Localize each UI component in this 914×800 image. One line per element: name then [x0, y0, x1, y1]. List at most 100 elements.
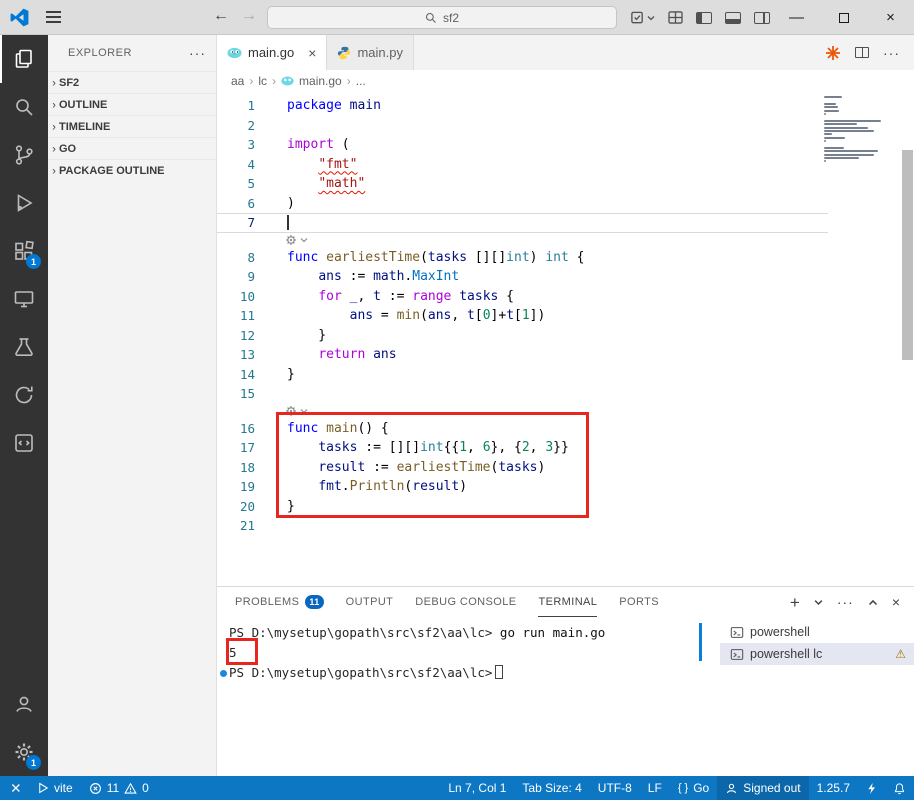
notifications-item[interactable] [885, 776, 914, 800]
more-actions-icon[interactable]: ··· [883, 45, 900, 61]
menu-icon[interactable] [46, 11, 61, 23]
account-status-item[interactable]: Signed out [717, 776, 809, 800]
terminal-tab-powershell[interactable]: powershell [720, 621, 914, 643]
new-terminal-icon[interactable]: + [790, 594, 800, 611]
remote-indicator[interactable] [0, 776, 30, 800]
sidebar-section-outline[interactable]: › OUTLINE [48, 93, 216, 115]
code-line-6[interactable]: 6) [217, 194, 914, 214]
vite-task-item[interactable]: vite [30, 776, 81, 800]
language-mode-item[interactable]: { } Go [670, 776, 717, 800]
token: t [373, 288, 381, 304]
code-line-12[interactable]: 12 } [217, 326, 914, 346]
tab-close-icon[interactable]: × [308, 46, 316, 60]
code-line-15[interactable]: 15 [217, 384, 914, 404]
warning-count: 0 [142, 781, 149, 795]
terminal-line[interactable]: PS D:\mysetup\gopath\src\sf2\aa\lc> [220, 663, 720, 683]
toggle-panel-icon[interactable] [725, 11, 741, 24]
explorer-more-actions-icon[interactable]: ··· [189, 45, 206, 61]
maximize-button[interactable] [820, 0, 867, 35]
problems-status-item[interactable]: 11 0 [81, 776, 157, 800]
starburst-icon[interactable] [825, 45, 841, 61]
maximize-panel-icon[interactable] [868, 599, 878, 606]
codelens-gear-icon[interactable] [285, 234, 297, 246]
code-line-19[interactable]: 19 fmt.Println(result) [217, 477, 914, 497]
code-line-14[interactable]: 14} [217, 365, 914, 385]
cursor-position-item[interactable]: Ln 7, Col 1 [440, 776, 514, 800]
breadcrumb[interactable]: aa › lc › main.go › ... [217, 70, 914, 92]
code-tools-extension-icon[interactable] [0, 419, 48, 467]
code-line-13[interactable]: 13 return ans [217, 345, 914, 365]
tab-main-py[interactable]: main.py [327, 35, 414, 70]
code-line-11[interactable]: 11 ans = min(ans, t[0]+t[1]) [217, 306, 914, 326]
breadcrumb-item[interactable]: lc [258, 74, 267, 88]
code-line-8[interactable]: 8 func earliestTime(tasks [][]int) int { [217, 248, 914, 268]
code-line-2[interactable]: 2 [217, 116, 914, 136]
code-line-20[interactable]: 20} [217, 497, 914, 517]
tab-main-go[interactable]: main.go × [217, 35, 328, 70]
codelens-gear-icon[interactable] [285, 405, 297, 417]
close-button[interactable]: × [867, 0, 914, 35]
terminal-dropdown-icon[interactable] [814, 599, 823, 606]
code-line-21[interactable]: 21 [217, 516, 914, 536]
explorer-icon[interactable] [0, 35, 48, 83]
close-panel-icon[interactable]: × [892, 595, 900, 609]
code-line-5[interactable]: 5 "math" [217, 174, 914, 194]
panel-tab-debug-console[interactable]: DEBUG CONSOLE [415, 587, 516, 617]
breadcrumb-item[interactable]: aa [231, 74, 244, 88]
terminal-cursor[interactable] [495, 665, 504, 679]
panel-tab-problems[interactable]: PROBLEMS 11 [235, 587, 324, 617]
eol-item[interactable]: LF [640, 776, 670, 800]
code-line-16[interactable]: 16 func main() { [217, 419, 914, 439]
breadcrumb-item[interactable]: main.go [299, 74, 342, 88]
sidebar-section-timeline[interactable]: › TIMELINE [48, 115, 216, 137]
terminal-output-area[interactable]: PS D:\mysetup\gopath\src\sf2\aa\lc> go r… [217, 617, 720, 776]
forward-arrow-icon[interactable]: → [241, 7, 257, 25]
codelens-row[interactable] [217, 404, 914, 419]
remote-explorer-icon[interactable] [0, 275, 48, 323]
run-debug-icon[interactable] [0, 179, 48, 227]
encoding-item[interactable]: UTF-8 [590, 776, 640, 800]
code-line-4[interactable]: 4 "fmt" [217, 155, 914, 175]
source-control-icon[interactable] [0, 131, 48, 179]
code-line-10[interactable]: 10 for _, t := range tasks { [217, 287, 914, 307]
go-version-item[interactable]: 1.25.7 [809, 776, 858, 800]
sidebar-section-package-outline[interactable]: › PACKAGE OUTLINE [48, 159, 216, 181]
toggle-sidebar-right-icon[interactable] [754, 11, 770, 24]
customize-layout-icon[interactable] [668, 11, 683, 24]
editor-scrollbar[interactable] [902, 150, 913, 360]
sidebar-section-sf2[interactable]: › SF2 [48, 71, 216, 93]
command-center-search[interactable]: sf2 [267, 6, 617, 29]
code-line-17[interactable]: 17 tasks := [][]int{{1, 6}, {2, 3}} [217, 438, 914, 458]
code-line-1[interactable]: 1 package main [217, 96, 914, 116]
codelens-row[interactable] [217, 233, 914, 248]
terminal-line[interactable]: 5 [229, 643, 720, 663]
back-arrow-icon[interactable]: ← [213, 7, 229, 25]
launch-profile-icon[interactable] [630, 10, 655, 25]
panel-tab-ports[interactable]: PORTS [619, 587, 659, 617]
lightning-status-item[interactable] [858, 776, 885, 800]
toggle-sidebar-left-icon[interactable] [696, 11, 712, 24]
tab-size-item[interactable]: Tab Size: 4 [514, 776, 589, 800]
code-line-18[interactable]: 18 result := earliestTime(tasks) [217, 458, 914, 478]
code-line-9[interactable]: 9 ans := math.MaxInt [217, 267, 914, 287]
panel-more-icon[interactable]: ··· [837, 595, 854, 609]
panel-tab-output[interactable]: OUTPUT [346, 587, 394, 617]
code-line-7[interactable]: 7 [217, 213, 914, 233]
extensions-icon[interactable]: 1 [0, 227, 48, 275]
sync-extension-icon[interactable] [0, 371, 48, 419]
terminal-line[interactable]: PS D:\mysetup\gopath\src\sf2\aa\lc> go r… [229, 623, 720, 643]
breadcrumb-item[interactable]: ... [356, 74, 366, 88]
sidebar-section-go[interactable]: › GO [48, 137, 216, 159]
minimize-button[interactable]: — [773, 0, 820, 35]
testing-icon[interactable] [0, 323, 48, 371]
sidebar-header: EXPLORER ··· [48, 35, 216, 71]
accounts-icon[interactable] [0, 680, 48, 728]
terminal-tab-powershell-lc[interactable]: powershell lc ⚠ [720, 643, 914, 665]
code-area[interactable]: 1 package main 2 3 import (4 "fmt" 5 "math" 6)… [217, 92, 914, 586]
minimap[interactable] [824, 96, 902, 167]
code-line-3[interactable]: 3 import ( [217, 135, 914, 155]
search-sidebar-icon[interactable] [0, 83, 48, 131]
settings-gear-icon[interactable]: 1 [0, 728, 48, 776]
panel-tab-terminal[interactable]: TERMINAL [538, 587, 597, 617]
split-editor-icon[interactable] [855, 47, 869, 58]
